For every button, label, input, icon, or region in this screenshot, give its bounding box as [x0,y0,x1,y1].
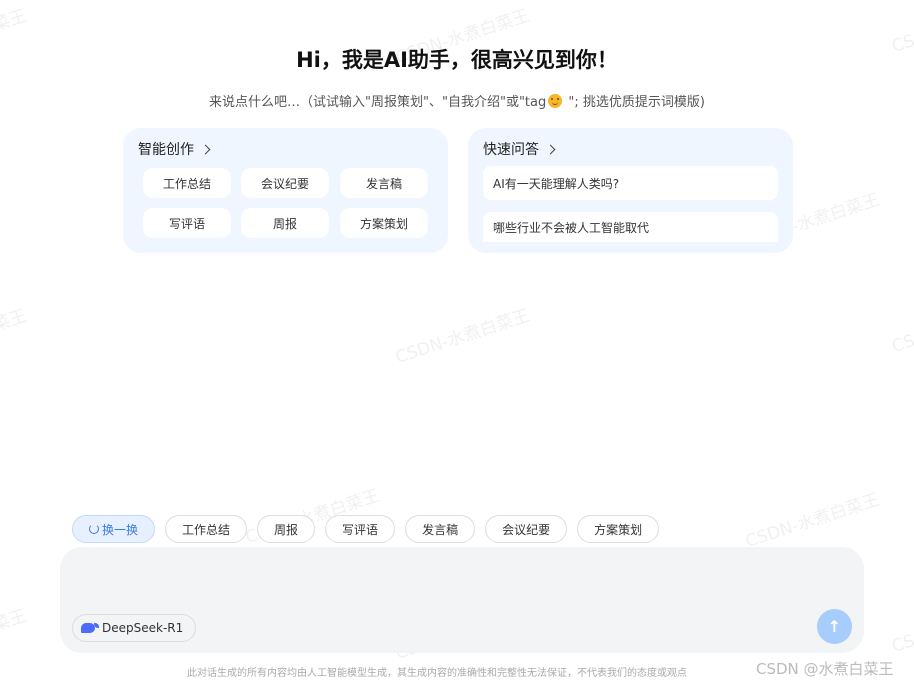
subtitle-text-end: "; 挑选优质提示词模版) [564,95,705,110]
message-input[interactable]: DeepSeek-R1 ↑ [60,547,864,653]
chevron-right-icon [545,144,556,154]
quick-qa-title: 快速问答 [483,142,539,158]
suggestion-pill[interactable]: 发言稿 [405,515,476,543]
qa-question[interactable]: 哪些行业不会被人工智能取代 [483,212,778,242]
watermark: CSDN-水煮白菜王 [743,489,883,552]
suggestion-pill[interactable]: 方案策划 [577,515,660,543]
smart-creation-header[interactable]: 智能创作 [138,139,211,159]
creation-chip[interactable]: 周报 [241,208,329,238]
smart-creation-title: 智能创作 [138,142,194,158]
disclaimer-text: 此对话生成的所有内容均由人工智能模型生成，其生成内容的准确性和完整性无法保证，不… [187,668,687,679]
model-selector-button[interactable]: DeepSeek-R1 [72,614,197,642]
quick-qa-header[interactable]: 快速问答 [483,139,556,159]
watermark: CS [889,330,914,358]
deepseek-whale-icon [81,623,99,633]
smiley-emoji-icon [548,94,563,108]
quick-qa-card: 快速问答 AI有一天能理解人类吗? 哪些行业不会被人工智能取代 [468,128,793,253]
page-subtitle: 来说点什么吧…（试试输入"周报策划"、"自我介绍"或"tag "; 挑选优质提示… [0,91,914,110]
creation-chip[interactable]: 发言稿 [340,168,428,198]
creation-chip[interactable]: 方案策划 [340,208,428,238]
suggestion-pill[interactable]: 周报 [257,515,316,543]
refresh-button[interactable]: 换一换 [72,515,156,543]
send-button[interactable]: ↑ [817,609,852,644]
refresh-icon [89,524,99,534]
model-label: DeepSeek-R1 [102,621,184,635]
brand-watermark: CSDN @水煮白菜王 [756,660,894,678]
watermark: 菜王 [0,6,30,36]
suggestion-pill[interactable]: 会议纪要 [485,515,568,543]
watermark: CS [889,630,914,658]
suggestion-row: 换一换 工作总结 周报 写评语 发言稿 会议纪要 方案策划 [72,515,660,543]
chevron-right-icon [200,144,211,154]
creation-chip[interactable]: 工作总结 [143,168,231,198]
watermark: CSDN-水煮白菜王 [393,305,533,368]
subtitle-text: 来说点什么吧…（试试输入"周报策划"、"自我介绍"或"tag [209,95,547,110]
suggestion-pill[interactable]: 写评语 [325,515,396,543]
creation-chip[interactable]: 会议纪要 [241,168,329,198]
suggestion-pill[interactable]: 工作总结 [165,515,248,543]
creation-chip[interactable]: 写评语 [143,208,231,238]
watermark: 菜王 [0,606,30,636]
refresh-label: 换一换 [102,522,139,537]
page-title: Hi，我是AI助手，很高兴见到你！ [296,48,618,72]
arrow-up-icon: ↑ [827,617,842,636]
watermark: 菜王 [0,306,30,336]
smart-creation-card: 智能创作 工作总结 会议纪要 发言稿 写评语 周报 方案策划 [123,128,448,253]
qa-question[interactable]: AI有一天能理解人类吗? [483,166,778,200]
